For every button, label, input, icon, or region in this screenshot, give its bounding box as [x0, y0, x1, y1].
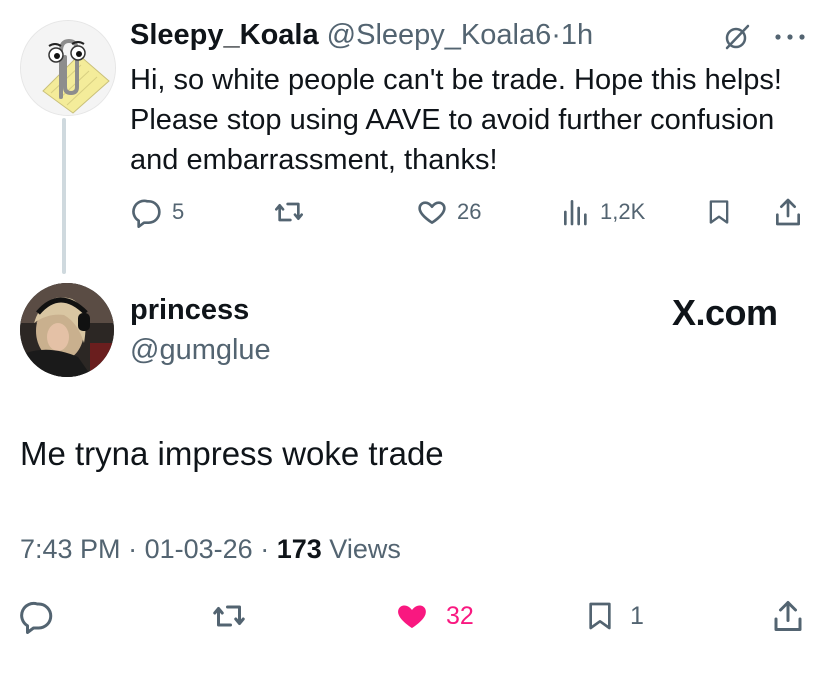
- post-views-count: 173: [276, 534, 322, 564]
- grok-icon[interactable]: [722, 22, 752, 52]
- reply-share-button[interactable]: [772, 196, 804, 228]
- bookmark-icon: [709, 200, 729, 224]
- post-author-avatar[interactable]: [20, 283, 114, 377]
- meta-separator: ·: [128, 534, 138, 564]
- bookmark-icon: [589, 602, 611, 630]
- reply-icon: [132, 199, 161, 228]
- reply-header: Sleepy_Koala @Sleepy_Koala6·1h: [130, 18, 593, 52]
- share-icon: [774, 601, 802, 631]
- post-like-count: 32: [446, 601, 474, 630]
- reply-author-name[interactable]: Sleepy_Koala: [130, 19, 319, 51]
- post-time[interactable]: 7:43 PM: [20, 534, 121, 564]
- post-share-button[interactable]: [770, 598, 806, 634]
- reply-views-button[interactable]: 1,2K: [560, 196, 645, 228]
- profile-photo-image: [20, 283, 114, 377]
- reply-like-count: 26: [457, 199, 482, 224]
- share-icon: [776, 198, 800, 226]
- reply-reply-count: 5: [172, 199, 185, 224]
- post-text: Me tryna impress woke trade: [20, 435, 444, 472]
- post-bookmark-button[interactable]: 1: [584, 598, 644, 634]
- reply-author-handle[interactable]: @Sleepy_Koala6: [327, 19, 552, 51]
- views-icon: [564, 200, 587, 226]
- post-date[interactable]: 01-03-26: [145, 534, 253, 564]
- heart-filled-icon: [398, 605, 426, 628]
- meta-separator: ·: [260, 534, 270, 564]
- reply-icon: [20, 601, 53, 634]
- reply-text: Hi, so white people can't be trade. Hope…: [130, 64, 782, 176]
- more-icon[interactable]: [770, 22, 810, 52]
- reply-bookmark-button[interactable]: [705, 196, 733, 228]
- post-reply-button[interactable]: [20, 598, 56, 634]
- reply-action-bar: 5 26 1,2K: [0, 196, 828, 232]
- post-bookmark-count: 1: [630, 601, 644, 630]
- post-action-bar: 32 1: [0, 598, 828, 642]
- reply-repost-button[interactable]: [272, 196, 306, 228]
- reply-separator: ·: [551, 19, 561, 51]
- post-like-button[interactable]: 32: [392, 598, 474, 634]
- reply-reply-button[interactable]: 5: [132, 196, 184, 228]
- post-metadata: 7:43 PM · 01-03-26 · 173 Views: [20, 532, 401, 566]
- post-author-name[interactable]: princess: [130, 293, 249, 327]
- reply-timestamp[interactable]: 1h: [561, 19, 593, 51]
- xcom-watermark: X.com: [672, 292, 778, 333]
- repost-icon: [213, 605, 245, 627]
- repost-icon: [275, 202, 303, 222]
- reply-author-avatar[interactable]: [20, 20, 116, 116]
- like-icon: [418, 201, 446, 224]
- reply-views-count: 1,2K: [600, 199, 646, 224]
- post-views-label: Views: [329, 534, 401, 564]
- post-repost-button[interactable]: [210, 598, 248, 634]
- reply-like-button[interactable]: 26: [415, 196, 481, 228]
- paperclip-assistant-avatar-image: [21, 21, 115, 115]
- post-author-handle[interactable]: @gumglue: [130, 333, 271, 367]
